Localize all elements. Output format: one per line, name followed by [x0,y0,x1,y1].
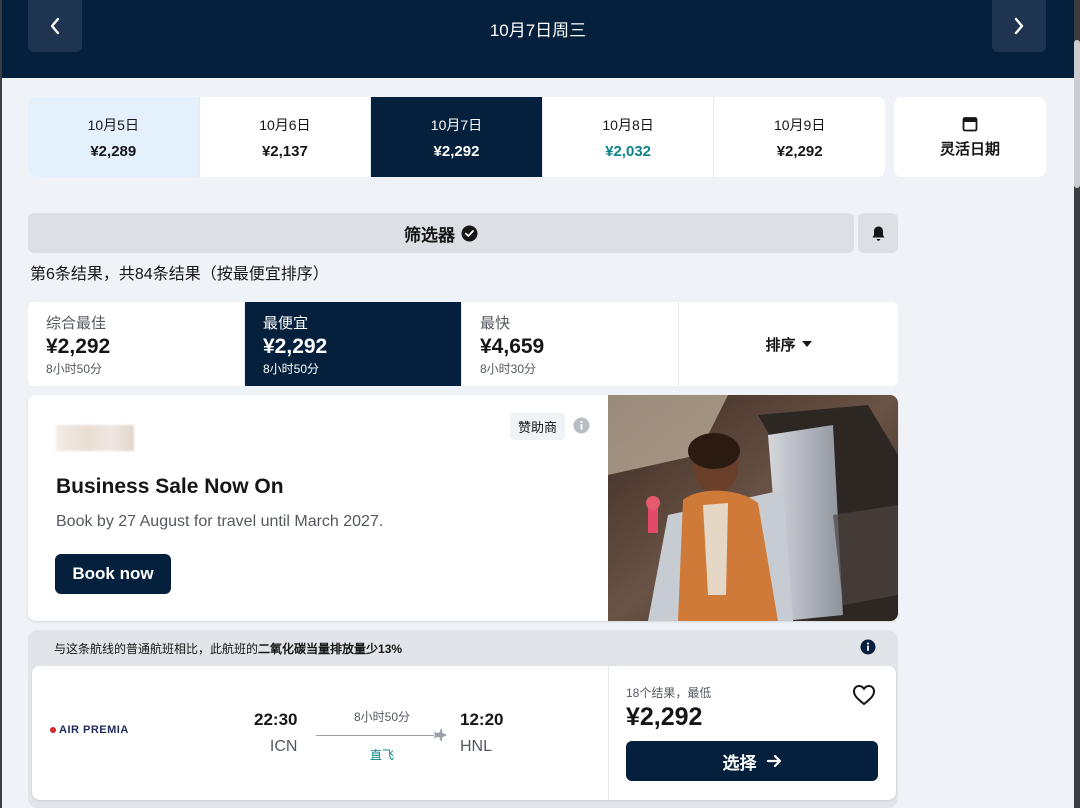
top-bar: 10月7日周三 [2,0,1074,78]
tab-duration: 8小时30分 [480,362,537,376]
tab-title: 综合最佳 [46,315,107,332]
results-summary: 第6条结果，共84条结果（按最便宜排序） [30,266,329,283]
tab-cheapest[interactable]: 最便宜 ¥2,292 8小时50分 [245,302,462,386]
tab-fastest[interactable]: 最快 ¥4,659 8小时30分 [462,302,679,386]
flexible-dates-label: 灵活日期 [939,140,1000,158]
airline-name: AIR PREMIA [59,724,129,736]
price-alert-button[interactable] [858,213,898,253]
tab-duration: 8小时50分 [263,362,320,376]
sort-tabs: 综合最佳 ¥2,292 8小时50分 最便宜 ¥2,292 8小时50分 最快 … [28,302,898,386]
results-note: 18个结果，最低 [626,686,712,700]
tab-price: ¥4,659 [480,335,545,358]
arrival-time: 12:20 [460,710,504,729]
divider [608,666,609,800]
arrival-airport: HNL [460,738,493,755]
date-option-label: 10月7日 [430,116,483,133]
date-option-label: 10月9日 [773,116,826,133]
departure-time: 22:30 [254,710,298,729]
tab-price: ¥2,292 [46,335,111,358]
chevron-right-icon [1014,17,1024,35]
arrival: 12:20 HNL [460,710,503,756]
calendar-icon [962,116,978,131]
tab-duration: 8小时50分 [46,362,103,376]
date-option-selected[interactable]: 10月7日 ¥2,292 [371,97,543,177]
date-strip: 10月5日 ¥2,289 10月6日 ¥2,137 10月7日 ¥2,292 1… [28,97,885,177]
next-date-button[interactable] [992,0,1046,52]
date-option-price: ¥2,032 [605,142,652,160]
route-info: 8小时50分 直飞 [316,708,448,763]
sort-dropdown[interactable]: 排序 [679,302,898,386]
flight-result-body[interactable]: AIR PREMIA 22:30 ICN 8小时50分 直飞 12:20 HNL [32,666,896,800]
bell-icon [872,226,884,241]
date-option-label: 10月8日 [602,116,654,133]
sponsored-ad: 赞助商 Business Sale Now On Book by 27 Augu… [28,395,898,621]
scrollbar-thumb[interactable] [1074,40,1080,188]
heart-icon[interactable] [852,684,876,706]
caret-down-icon [801,341,812,347]
date-option-price: ¥2,292 [776,142,823,160]
arrow-right-icon [766,754,781,768]
flight-duration: 8小时50分 [353,710,411,724]
tab-title: 最便宜 [263,315,309,332]
date-option-label: 10月5日 [87,116,139,133]
advertiser-logo [56,425,134,451]
check-circle-icon [461,225,478,241]
sponsor-badge: 赞助商 [510,413,566,440]
info-icon[interactable] [860,639,876,655]
price-block: 18个结果，最低 ¥2,292 [626,684,711,732]
date-option-price: ¥2,137 [261,142,308,160]
date-option[interactable]: 10月5日 ¥2,289 [28,97,200,177]
route-line-stroke [316,735,434,736]
book-now-button[interactable]: Book now [55,554,171,594]
tab-best[interactable]: 综合最佳 ¥2,292 8小时50分 [28,302,245,386]
airline-logo: AIR PREMIA [50,724,129,736]
route-line [316,728,448,742]
ad-subtitle: Book by 27 August for travel until March… [56,513,384,530]
emissions-note-text: 与这条航线的普通航班相比，此航班的 [54,642,259,656]
ad-photo [608,395,898,621]
plane-icon [434,729,447,741]
date-option-price: ¥2,289 [90,142,137,160]
tab-title: 最快 [480,315,511,332]
sort-dropdown-label: 排序 [765,336,796,354]
departure: 22:30 ICN [254,710,297,756]
select-label: 选择 [722,753,757,773]
flight-result-card: 与这条航线的普通航班相比，此航班的二氧化碳当量排放量少13% AIR PREMI… [28,630,898,808]
info-icon[interactable] [573,417,590,434]
select-flight-button[interactable]: 选择 [626,741,878,781]
date-option[interactable]: 10月6日 ¥2,137 [200,97,372,177]
airline-logo-mark [50,727,56,733]
emissions-note-highlight: 二氧化碳当量排放量少13% [258,642,403,656]
emissions-note: 与这条航线的普通航班相比，此航班的二氧化碳当量排放量少13% [54,640,402,657]
scrollbar[interactable] [1074,0,1080,808]
filters-label: 筛选器 [404,225,455,245]
stops-label: 直飞 [369,748,394,762]
ad-title: Business Sale Now On [56,475,284,498]
date-option-label: 10月6日 [259,116,311,133]
current-date-title: 10月7日周三 [489,21,587,40]
date-option-price: ¥2,292 [433,142,480,160]
flexible-dates-button[interactable]: 灵活日期 [894,97,1046,177]
date-option[interactable]: 10月9日 ¥2,292 [714,97,885,177]
price: ¥2,292 [626,703,703,731]
departure-airport: ICN [269,738,298,755]
app-frame: 10月7日周三 10月5日 ¥2,289 10月6日 ¥2,137 10月7日 … [2,0,1074,808]
filters-button[interactable]: 筛选器 [28,213,854,253]
date-option[interactable]: 10月8日 ¥2,032 [543,97,715,177]
tab-price: ¥2,292 [263,335,328,358]
